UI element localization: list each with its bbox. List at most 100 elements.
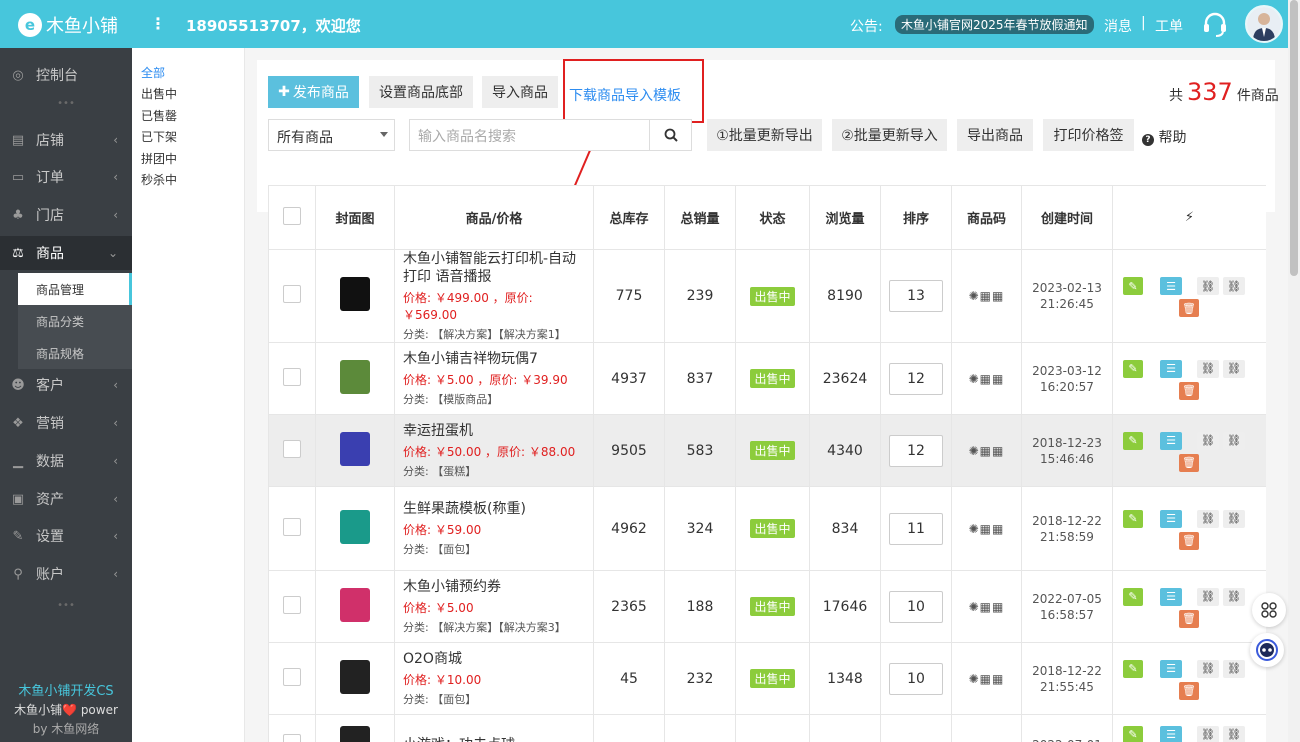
- sidebar-item-data[interactable]: ▁ 数据 ‹: [0, 444, 132, 478]
- sidebar-item-dashboard[interactable]: ◎ 控制台: [0, 58, 132, 92]
- product-thumbnail[interactable]: [332, 653, 378, 700]
- edit-pencil-icon[interactable]: ✎: [1123, 431, 1143, 450]
- subnav-off-shelf[interactable]: 已下架: [141, 128, 177, 145]
- sidebar-item-store[interactable]: ♣ 门店 ‹: [0, 198, 132, 232]
- sort-input[interactable]: 12: [889, 434, 943, 467]
- product-name[interactable]: 木鱼小铺预约券: [403, 578, 587, 596]
- sort-input[interactable]: 12: [889, 362, 943, 395]
- subnav-flash-sale[interactable]: 秒杀中: [141, 171, 177, 188]
- print-price-label-button[interactable]: 打印价格签: [1043, 119, 1134, 151]
- subnav-on-sale[interactable]: 出售中: [141, 85, 177, 102]
- product-thumbnail[interactable]: [332, 503, 378, 550]
- link-icon[interactable]: ⛓: [1197, 725, 1219, 742]
- row-checkbox[interactable]: [283, 733, 301, 742]
- sort-input[interactable]: 10: [889, 662, 943, 695]
- trash-icon[interactable]: 🗑: [1179, 681, 1199, 700]
- subnav-sold-out[interactable]: 已售罄: [141, 107, 177, 124]
- table-row[interactable]: 幸运扭蛋机 价格: ￥50.00 ，原价: ￥88.00 分类: 【蛋糕】 9505 5…: [268, 414, 1266, 487]
- link-icon[interactable]: ⛓: [1197, 509, 1219, 528]
- qr-code-icon[interactable]: ✺▦▦: [969, 522, 1005, 536]
- link-icon[interactable]: ⛓: [1197, 359, 1219, 378]
- sidebar-subitem-product-management[interactable]: 商品管理: [18, 273, 132, 305]
- help-link[interactable]: ? 帮助: [1142, 127, 1186, 147]
- product-thumbnail[interactable]: [332, 581, 378, 628]
- subnav-all[interactable]: 全部: [141, 64, 165, 81]
- link-icon[interactable]: ⛓: [1197, 431, 1219, 450]
- sidebar-item-settings[interactable]: ✎ 设置 ‹: [0, 519, 132, 553]
- product-name[interactable]: 小游戏：功夫点球: [403, 736, 587, 742]
- link-icon[interactable]: ⛓: [1223, 587, 1245, 606]
- link-icon[interactable]: ⛓: [1197, 277, 1219, 295]
- trash-icon[interactable]: 🗑: [1179, 299, 1199, 317]
- list-icon[interactable]: ☰: [1160, 659, 1182, 678]
- sidebar-item-shop[interactable]: ▤ 店铺 ‹: [0, 123, 132, 157]
- link-icon[interactable]: ⛓: [1223, 359, 1245, 378]
- subnav-group-buy[interactable]: 拼团中: [141, 150, 177, 167]
- brand-logo[interactable]: e 木鱼小铺: [18, 12, 118, 38]
- product-name[interactable]: 生鲜果蔬模板(称重): [403, 500, 587, 518]
- row-checkbox[interactable]: [283, 667, 301, 686]
- sort-input[interactable]: 13: [889, 280, 943, 312]
- edit-pencil-icon[interactable]: ✎: [1123, 725, 1143, 742]
- edit-pencil-icon[interactable]: ✎: [1123, 277, 1143, 295]
- batch-import-button[interactable]: ②批量更新导入: [832, 119, 947, 151]
- sidebar-item-assets[interactable]: ▣ 资产 ‹: [0, 482, 132, 516]
- search-input[interactable]: 输入商品名搜索: [409, 119, 650, 151]
- row-checkbox[interactable]: [283, 285, 301, 303]
- edit-pencil-icon[interactable]: ✎: [1123, 359, 1143, 378]
- link-icon[interactable]: ⛓: [1223, 659, 1245, 678]
- table-row[interactable]: 小游戏：功夫点球2022-07-01✎☰⛓⛓🗑: [268, 714, 1266, 742]
- search-button[interactable]: [649, 119, 692, 151]
- avatar[interactable]: [1245, 5, 1283, 43]
- trash-icon[interactable]: 🗑: [1179, 531, 1199, 550]
- qr-code-icon[interactable]: ✺▦▦: [969, 289, 1005, 303]
- list-icon[interactable]: ☰: [1160, 359, 1182, 378]
- sidebar-item-product[interactable]: ⚖ 商品 ⌄: [0, 236, 132, 270]
- product-name[interactable]: O2O商城: [403, 650, 587, 668]
- sidebar-subitem-product-spec[interactable]: 商品规格: [18, 337, 132, 369]
- edit-pencil-icon[interactable]: ✎: [1123, 659, 1143, 678]
- edit-pencil-icon[interactable]: ✎: [1123, 509, 1143, 528]
- qr-code-icon[interactable]: ✺▦▦: [969, 600, 1005, 614]
- qr-code-icon[interactable]: ✺▦▦: [969, 444, 1005, 458]
- list-icon[interactable]: ☰: [1160, 587, 1182, 606]
- scrollbar-thumb[interactable]: [1290, 0, 1298, 276]
- product-name[interactable]: 木鱼小铺吉祥物玩偶7: [403, 350, 587, 368]
- product-name[interactable]: 幸运扭蛋机: [403, 422, 587, 440]
- publish-product-button[interactable]: ✚ 发布商品: [268, 76, 359, 108]
- link-icon[interactable]: ⛓: [1223, 725, 1245, 742]
- sidebar-item-marketing[interactable]: ❖ 营销 ‹: [0, 406, 132, 440]
- menu-dots-icon[interactable]: ⋮: [150, 14, 166, 33]
- list-icon[interactable]: ☰: [1160, 277, 1182, 295]
- batch-export-button[interactable]: ①批量更新导出: [707, 119, 822, 151]
- set-bottom-button[interactable]: 设置商品底部: [369, 76, 473, 108]
- list-icon[interactable]: ☰: [1160, 431, 1182, 450]
- link-icon[interactable]: ⛓: [1223, 277, 1245, 295]
- link-icon[interactable]: ⛓: [1223, 431, 1245, 450]
- trash-icon[interactable]: 🗑: [1179, 609, 1199, 628]
- product-thumbnail[interactable]: [332, 271, 378, 317]
- notice-badge[interactable]: 木鱼小铺官网2025年春节放假通知: [895, 15, 1094, 34]
- table-row[interactable]: O2O商城 价格: ￥10.00 分类: 【面包】 45 232 出售中 1348 10 ✺▦▦…: [268, 642, 1266, 715]
- export-products-button[interactable]: 导出商品: [957, 119, 1033, 151]
- table-row[interactable]: 生鲜果蔬模板(称重) 价格: ￥59.00 分类: 【面包】 4962 324 出售中 83…: [268, 486, 1266, 571]
- product-thumbnail[interactable]: [332, 425, 378, 472]
- sidebar-subitem-product-category[interactable]: 商品分类: [18, 305, 132, 337]
- row-checkbox[interactable]: [283, 517, 301, 536]
- sort-input[interactable]: 11: [889, 512, 943, 545]
- sidebar-item-customers[interactable]: ☻ 客户 ‹: [0, 368, 132, 402]
- trash-icon[interactable]: 🗑: [1179, 453, 1199, 472]
- product-thumbnail[interactable]: [332, 353, 378, 400]
- headset-support-icon[interactable]: [1200, 9, 1230, 39]
- product-filter-select[interactable]: 所有商品: [268, 119, 395, 151]
- page-scrollbar[interactable]: [1288, 0, 1300, 742]
- list-icon[interactable]: ☰: [1160, 725, 1182, 742]
- chat-bot-button[interactable]: [1250, 633, 1284, 667]
- table-row[interactable]: 木鱼小铺预约券 价格: ￥5.00 分类: 【解决方案】【解决方案3】 2365 188…: [268, 570, 1266, 643]
- sidebar-item-order[interactable]: ▭ 订单 ‹: [0, 160, 132, 194]
- link-icon[interactable]: ⛓: [1197, 659, 1219, 678]
- apps-grid-button[interactable]: [1252, 593, 1286, 627]
- edit-pencil-icon[interactable]: ✎: [1123, 587, 1143, 606]
- qr-code-icon[interactable]: ✺▦▦: [969, 372, 1005, 386]
- trash-icon[interactable]: 🗑: [1179, 381, 1199, 400]
